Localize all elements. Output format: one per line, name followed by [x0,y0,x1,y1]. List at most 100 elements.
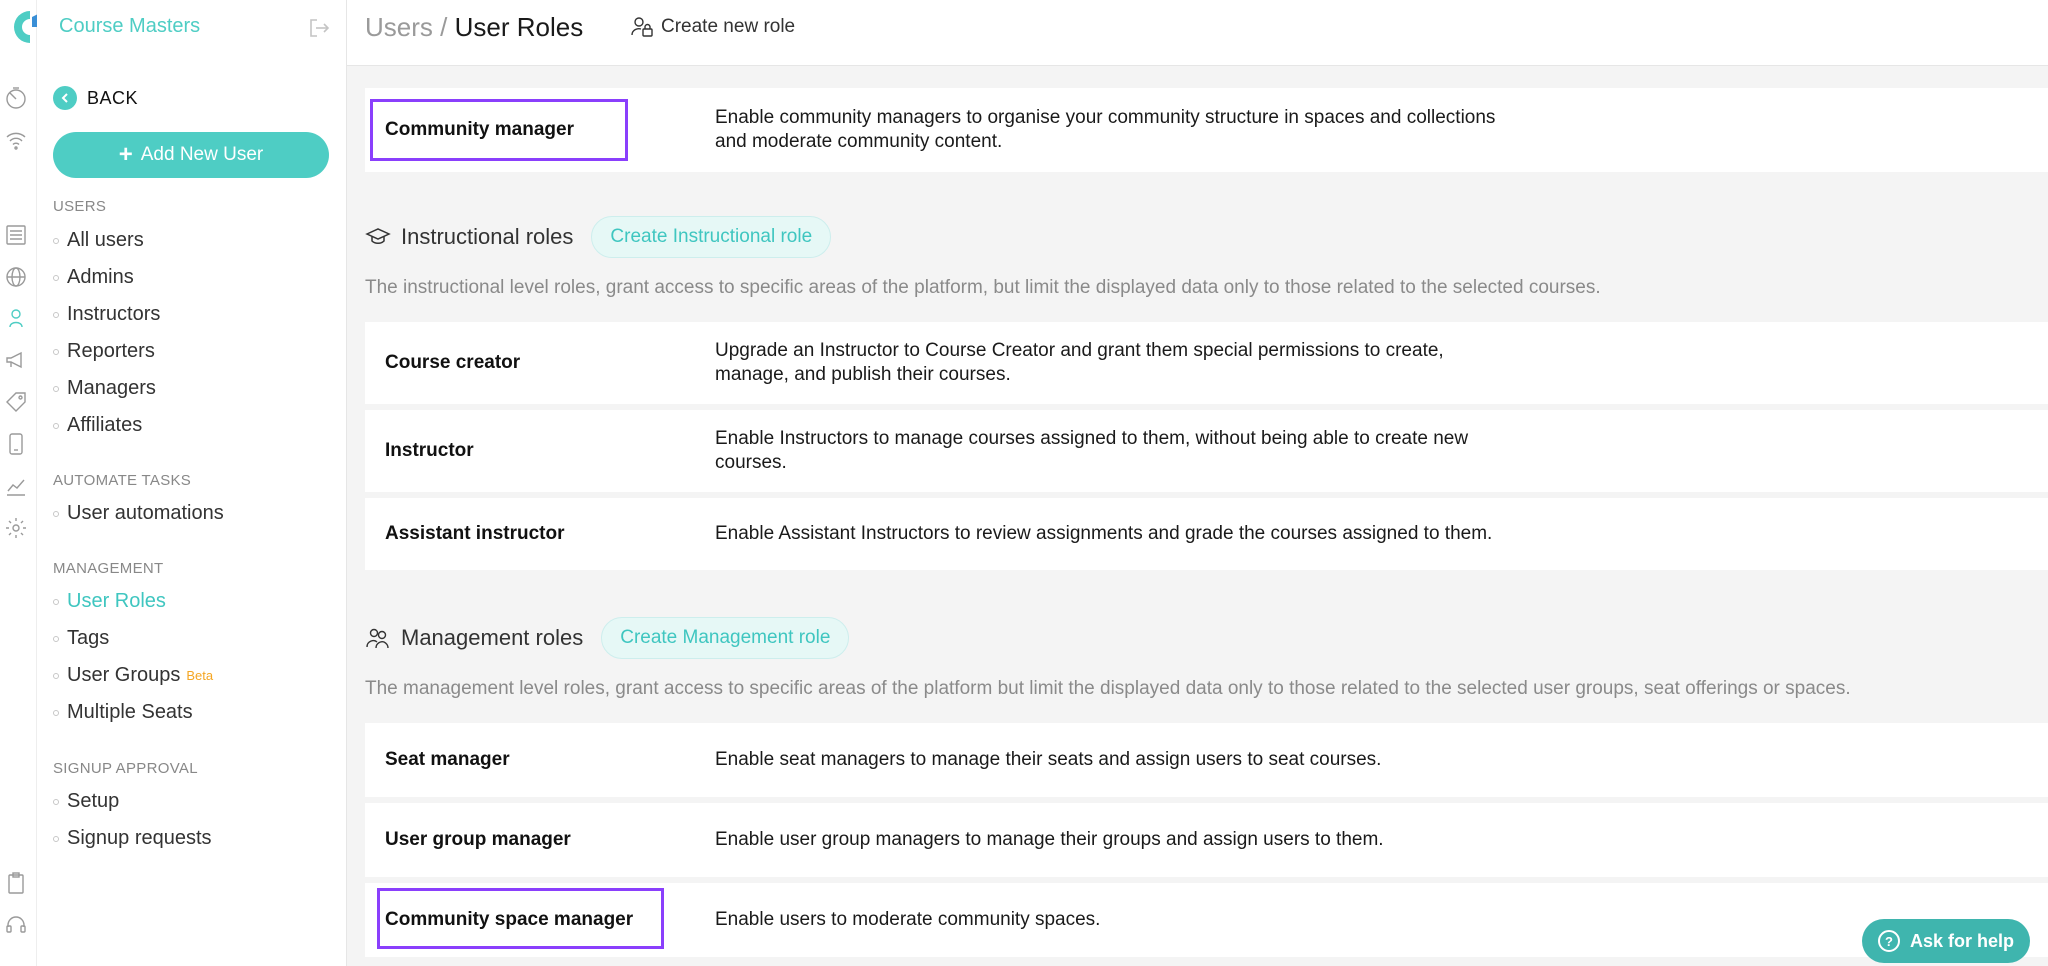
nav-item-user-automations[interactable]: User automations [53,502,224,525]
nav-label: Signup requests [67,827,212,849]
create-new-role-button[interactable]: Create new role [629,14,795,40]
breadcrumb-users-link[interactable]: Users [365,12,433,42]
role-description: Enable community managers to organise yo… [715,106,1575,154]
mobile-icon[interactable] [3,431,29,457]
back-arrow-icon [53,86,77,110]
role-description: Upgrade an Instructor to Course Creator … [715,339,1575,387]
nav-item-signup-requests[interactable]: Signup requests [53,827,212,850]
role-name: User group manager [385,829,571,850]
icon-rail [0,0,40,966]
tag-icon[interactable] [3,389,29,415]
back-button[interactable]: BACK [53,86,138,110]
bullet-icon [53,798,59,805]
bullet-icon [53,385,59,392]
role-description-line: Upgrade an Instructor to Course Creator … [715,340,1444,361]
ask-for-help-button[interactable]: ? Ask for help [1862,919,2030,963]
create-new-role-label: Create new role [661,16,796,37]
brand-name: Course Masters [59,15,201,37]
user-lock-icon [631,17,653,37]
role-name: Instructor [385,440,474,461]
nav-item-tags[interactable]: Tags [53,627,109,650]
role-row-assistant-instructor[interactable]: Assistant instructor Enable Assistant In… [365,498,2048,570]
plus-icon: + [118,141,133,168]
nav-label: Instructors [67,303,161,325]
highlight-box [370,99,628,161]
role-description-line: manage, and publish their courses. [715,364,1011,385]
role-description: Enable Instructors to manage courses ass… [715,427,1575,475]
back-label: BACK [87,87,139,108]
nav-item-setup[interactable]: Setup [53,790,119,813]
dashboard-icon[interactable] [3,85,29,111]
nav-label: Affiliates [67,414,143,436]
bullet-icon [53,635,59,642]
logout-icon[interactable] [307,16,331,40]
role-row-seat-manager[interactable]: Seat manager Enable seat managers to man… [365,723,2048,797]
settings-icon[interactable] [3,515,29,541]
support-headset-icon[interactable] [3,912,29,938]
nav-item-instructors[interactable]: Instructors [53,303,160,326]
section-signup-approval: SIGNUP APPROVAL [53,760,198,777]
role-description-line: courses. [715,452,787,473]
breadcrumb: Users / User Roles [365,12,583,43]
nav-label: User Roles [67,590,166,612]
wifi-icon[interactable] [3,127,29,153]
bullet-icon [53,598,59,605]
add-new-user-button[interactable]: + Add New User [53,132,329,178]
bullet-icon [53,510,59,517]
role-description-line: Enable community managers to organise yo… [715,107,1496,128]
graduation-cap-icon [365,228,391,244]
bullet-icon [53,672,59,679]
people-icon [366,628,389,649]
management-roles-title: Management roles [401,625,584,650]
create-management-role-button[interactable]: Create Management role [601,617,850,659]
nav-item-user-roles[interactable]: User Roles [53,590,166,613]
analytics-icon[interactable] [3,473,29,499]
document-icon[interactable] [3,222,29,248]
nav-label: User Groups [67,664,181,686]
main-content: Community manager Enable community manag… [347,66,2048,966]
nav-label: Setup [67,790,120,812]
nav-item-multiple-seats[interactable]: Multiple Seats [53,701,193,724]
role-row-course-creator[interactable]: Course creator Upgrade an Instructor to … [365,322,2048,404]
nav-item-user-groups[interactable]: User Groups Beta [53,664,213,687]
role-description: Enable user group managers to manage the… [715,829,1384,850]
ask-for-help-label: Ask for help [1909,930,2015,951]
role-name: Course creator [385,352,521,373]
help-question-icon: ? [1877,930,1900,952]
nav-label: Managers [67,377,156,399]
bullet-icon [53,274,59,281]
bullet-icon [53,348,59,355]
role-description-line: Enable Instructors to manage courses ass… [715,428,1469,449]
role-row-user-group-manager[interactable]: User group manager Enable user group man… [365,803,2048,877]
nav-item-affiliates[interactable]: Affiliates [53,414,142,437]
users-icon[interactable] [3,305,29,331]
section-management: MANAGEMENT [53,560,164,577]
bullet-icon [53,835,59,842]
management-roles-header: Management roles Create Management role [365,617,850,659]
nav-label: Reporters [67,340,155,362]
nav-item-admins[interactable]: Admins [53,266,134,289]
role-row-instructor[interactable]: Instructor Enable Instructors to manage … [365,410,2048,492]
nav-item-all-users[interactable]: All users [53,229,144,252]
nav-item-managers[interactable]: Managers [53,377,156,400]
instructional-roles-description: The instructional level roles, grant acc… [365,277,1601,298]
role-description: Enable Assistant Instructors to review a… [715,523,1493,544]
breadcrumb-separator: / [440,12,448,42]
bullet-icon [53,311,59,318]
page-title: User Roles [454,12,584,42]
section-users: USERS [53,198,107,215]
create-instructional-role-button[interactable]: Create Instructional role [591,216,832,258]
instructional-roles-header: Instructional roles Create Instructional… [365,216,832,258]
clipboard-icon[interactable] [3,870,29,896]
highlight-box [377,888,664,949]
instructional-roles-title: Instructional roles [401,224,574,249]
page-header: Users / User Roles Create new role [347,0,2048,66]
nav-label: Multiple Seats [67,701,193,723]
add-new-user-label: Add New User [140,144,264,165]
role-name: Seat manager [385,749,510,770]
bullet-icon [53,709,59,716]
globe-icon[interactable] [3,264,29,290]
megaphone-icon[interactable] [3,347,29,373]
nav-item-reporters[interactable]: Reporters [53,340,155,363]
nav-label: User automations [67,502,224,524]
